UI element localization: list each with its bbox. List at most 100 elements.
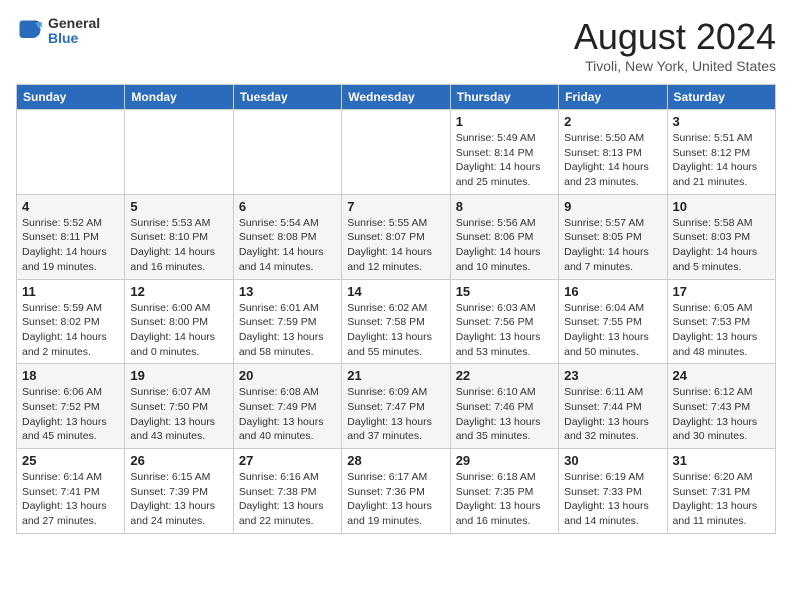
day-info: Sunrise: 6:18 AM Sunset: 7:35 PM Dayligh… — [456, 470, 553, 529]
day-number: 22 — [456, 368, 553, 383]
day-info: Sunrise: 5:51 AM Sunset: 8:12 PM Dayligh… — [673, 131, 770, 190]
day-info: Sunrise: 6:01 AM Sunset: 7:59 PM Dayligh… — [239, 301, 336, 360]
calendar-day-cell: 10Sunrise: 5:58 AM Sunset: 8:03 PM Dayli… — [667, 194, 775, 279]
day-number: 4 — [22, 199, 119, 214]
day-number: 16 — [564, 284, 661, 299]
day-number: 9 — [564, 199, 661, 214]
calendar-day-cell: 24 Sunrise: 6:12 AM Sunset: 7:43 PM Dayli… — [667, 364, 775, 449]
day-number: 27 — [239, 453, 336, 468]
weekday-header: Sunday — [17, 85, 125, 110]
day-number: 11 — [22, 284, 119, 299]
month-title: August 2024 — [574, 16, 776, 58]
day-number: 30 — [564, 453, 661, 468]
day-info: Sunrise: 6:06 AM Sunset: 7:52 PM Dayligh… — [22, 385, 119, 444]
calendar-day-cell: 29 Sunrise: 6:18 AM Sunset: 7:35 PM Dayli… — [450, 449, 558, 534]
calendar-day-cell: 6 Sunrise: 5:54 AM Sunset: 8:08 PM Daylig… — [233, 194, 341, 279]
calendar-day-cell: 13 Sunrise: 6:01 AM Sunset: 7:59 PM Dayli… — [233, 279, 341, 364]
calendar-day-cell: 19Sunrise: 6:07 AM Sunset: 7:50 PM Dayli… — [125, 364, 233, 449]
day-info: Sunrise: 5:59 AM Sunset: 8:02 PM Dayligh… — [22, 301, 119, 360]
day-info: Sunrise: 6:10 AM Sunset: 7:46 PM Dayligh… — [456, 385, 553, 444]
day-info: Sunrise: 6:00 AM Sunset: 8:00 PM Dayligh… — [130, 301, 227, 360]
calendar-day-cell: 31 Sunrise: 6:20 AM Sunset: 7:31 PM Dayli… — [667, 449, 775, 534]
day-number: 7 — [347, 199, 444, 214]
calendar-day-cell: 21Sunrise: 6:09 AM Sunset: 7:47 PM Dayli… — [342, 364, 450, 449]
day-info: Sunrise: 6:11 AM Sunset: 7:44 PM Dayligh… — [564, 385, 661, 444]
day-info: Sunrise: 6:09 AM Sunset: 7:47 PM Dayligh… — [347, 385, 444, 444]
day-info: Sunrise: 6:03 AM Sunset: 7:56 PM Dayligh… — [456, 301, 553, 360]
calendar-day-cell: 11 Sunrise: 5:59 AM Sunset: 8:02 PM Dayli… — [17, 279, 125, 364]
day-number: 1 — [456, 114, 553, 129]
day-number: 3 — [673, 114, 770, 129]
logo-blue-text: Blue — [48, 31, 100, 46]
calendar-day-cell — [233, 110, 341, 195]
day-info: Sunrise: 5:54 AM Sunset: 8:08 PM Dayligh… — [239, 216, 336, 275]
day-number: 20 — [239, 368, 336, 383]
calendar-day-cell: 23Sunrise: 6:11 AM Sunset: 7:44 PM Dayli… — [559, 364, 667, 449]
day-info: Sunrise: 6:07 AM Sunset: 7:50 PM Dayligh… — [130, 385, 227, 444]
day-number: 28 — [347, 453, 444, 468]
calendar-table: SundayMondayTuesdayWednesdayThursdayFrid… — [16, 84, 776, 534]
calendar-day-cell: 14Sunrise: 6:02 AM Sunset: 7:58 PM Dayli… — [342, 279, 450, 364]
calendar-day-cell: 25 Sunrise: 6:14 AM Sunset: 7:41 PM Dayli… — [17, 449, 125, 534]
calendar-day-cell — [342, 110, 450, 195]
day-info: Sunrise: 5:57 AM Sunset: 8:05 PM Dayligh… — [564, 216, 661, 275]
calendar-day-cell: 26Sunrise: 6:15 AM Sunset: 7:39 PM Dayli… — [125, 449, 233, 534]
calendar-header-row: SundayMondayTuesdayWednesdayThursdayFrid… — [17, 85, 776, 110]
day-info: Sunrise: 5:50 AM Sunset: 8:13 PM Dayligh… — [564, 131, 661, 190]
calendar-day-cell: 3 Sunrise: 5:51 AM Sunset: 8:12 PM Daylig… — [667, 110, 775, 195]
day-number: 17 — [673, 284, 770, 299]
calendar-day-cell: 30Sunrise: 6:19 AM Sunset: 7:33 PM Dayli… — [559, 449, 667, 534]
day-info: Sunrise: 6:14 AM Sunset: 7:41 PM Dayligh… — [22, 470, 119, 529]
calendar-day-cell: 27 Sunrise: 6:16 AM Sunset: 7:38 PM Dayli… — [233, 449, 341, 534]
day-number: 6 — [239, 199, 336, 214]
day-info: Sunrise: 5:53 AM Sunset: 8:10 PM Dayligh… — [130, 216, 227, 275]
day-info: Sunrise: 5:49 AM Sunset: 8:14 PM Dayligh… — [456, 131, 553, 190]
calendar-week-row: 1 Sunrise: 5:49 AM Sunset: 8:14 PM Daylig… — [17, 110, 776, 195]
day-info: Sunrise: 6:17 AM Sunset: 7:36 PM Dayligh… — [347, 470, 444, 529]
day-number: 13 — [239, 284, 336, 299]
calendar-day-cell — [125, 110, 233, 195]
calendar-day-cell: 2Sunrise: 5:50 AM Sunset: 8:13 PM Daylig… — [559, 110, 667, 195]
weekday-header: Monday — [125, 85, 233, 110]
calendar-week-row: 18 Sunrise: 6:06 AM Sunset: 7:52 PM Dayli… — [17, 364, 776, 449]
day-number: 5 — [130, 199, 227, 214]
weekday-header: Tuesday — [233, 85, 341, 110]
day-number: 24 — [673, 368, 770, 383]
day-number: 12 — [130, 284, 227, 299]
day-info: Sunrise: 5:56 AM Sunset: 8:06 PM Dayligh… — [456, 216, 553, 275]
calendar-day-cell: 22 Sunrise: 6:10 AM Sunset: 7:46 PM Dayli… — [450, 364, 558, 449]
day-info: Sunrise: 6:16 AM Sunset: 7:38 PM Dayligh… — [239, 470, 336, 529]
calendar-day-cell — [17, 110, 125, 195]
day-info: Sunrise: 5:58 AM Sunset: 8:03 PM Dayligh… — [673, 216, 770, 275]
day-info: Sunrise: 6:02 AM Sunset: 7:58 PM Dayligh… — [347, 301, 444, 360]
day-number: 25 — [22, 453, 119, 468]
day-info: Sunrise: 6:04 AM Sunset: 7:55 PM Dayligh… — [564, 301, 661, 360]
logo-text: General Blue — [48, 16, 100, 47]
calendar-day-cell: 8Sunrise: 5:56 AM Sunset: 8:06 PM Daylig… — [450, 194, 558, 279]
calendar-day-cell: 5 Sunrise: 5:53 AM Sunset: 8:10 PM Daylig… — [125, 194, 233, 279]
weekday-header: Saturday — [667, 85, 775, 110]
calendar-day-cell: 4Sunrise: 5:52 AM Sunset: 8:11 PM Daylig… — [17, 194, 125, 279]
day-info: Sunrise: 6:12 AM Sunset: 7:43 PM Dayligh… — [673, 385, 770, 444]
logo: General Blue — [16, 16, 100, 47]
day-info: Sunrise: 6:20 AM Sunset: 7:31 PM Dayligh… — [673, 470, 770, 529]
day-info: Sunrise: 6:08 AM Sunset: 7:49 PM Dayligh… — [239, 385, 336, 444]
calendar-day-cell: 28 Sunrise: 6:17 AM Sunset: 7:36 PM Dayli… — [342, 449, 450, 534]
logo-general-text: General — [48, 16, 100, 31]
day-number: 26 — [130, 453, 227, 468]
calendar-day-cell: 20 Sunrise: 6:08 AM Sunset: 7:49 PM Dayli… — [233, 364, 341, 449]
calendar-week-row: 25 Sunrise: 6:14 AM Sunset: 7:41 PM Dayli… — [17, 449, 776, 534]
calendar-day-cell: 12 Sunrise: 6:00 AM Sunset: 8:00 PM Dayli… — [125, 279, 233, 364]
day-number: 31 — [673, 453, 770, 468]
calendar-day-cell: 16 Sunrise: 6:04 AM Sunset: 7:55 PM Dayli… — [559, 279, 667, 364]
day-number: 29 — [456, 453, 553, 468]
day-number: 18 — [22, 368, 119, 383]
calendar-day-cell: 17Sunrise: 6:05 AM Sunset: 7:53 PM Dayli… — [667, 279, 775, 364]
weekday-header: Wednesday — [342, 85, 450, 110]
page-header: General Blue August 2024 Tivoli, New Yor… — [16, 16, 776, 74]
calendar-day-cell: 1 Sunrise: 5:49 AM Sunset: 8:14 PM Daylig… — [450, 110, 558, 195]
calendar-day-cell: 18 Sunrise: 6:06 AM Sunset: 7:52 PM Dayli… — [17, 364, 125, 449]
calendar-week-row: 4Sunrise: 5:52 AM Sunset: 8:11 PM Daylig… — [17, 194, 776, 279]
day-number: 15 — [456, 284, 553, 299]
day-info: Sunrise: 5:55 AM Sunset: 8:07 PM Dayligh… — [347, 216, 444, 275]
